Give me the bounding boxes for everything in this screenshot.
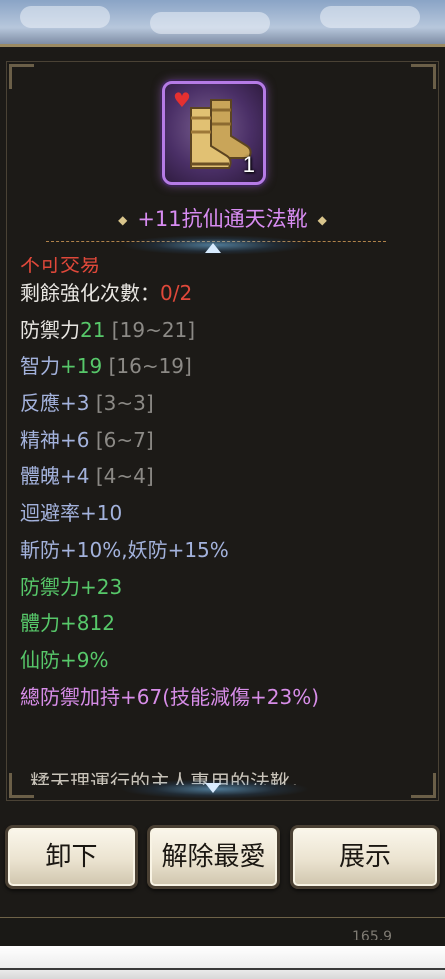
enhance-value: 0/2 [160,281,193,305]
stat-line-intelligence: 智力+19 [16~19] [20,348,420,385]
stat-range: [4~4] [89,464,154,489]
stat-list[interactable]: 不可交易 剩餘強化次數：0/2 防禦力21 [19~21] 智力+19 [16~… [20,257,420,777]
bonus-line-stamina: 體力+812 [20,611,115,636]
frame-corner [9,64,34,89]
stat-label: 智力 [20,354,60,379]
item-detail-panel: ♥ 1 ◆ +11抗仙通天法靴 ◆ 不可交易 剩餘強化次數：0/2 防禦力21 [1… [0,44,445,919]
stat-label: 精神 [20,427,60,452]
item-name-row: ◆ +11抗仙通天法靴 ◆ [0,203,445,233]
background-scene [0,0,445,50]
stat-line-spirit: 精神+6 [6~7] [20,422,420,459]
cloud [20,6,110,28]
bottom-bar-divider [0,968,445,970]
stat-label: 防禦力 [20,317,80,342]
bottom-bar [0,946,445,979]
bonus-line-immortal-defense: 仙防+9% [20,647,109,672]
stat-value: 21 [80,317,106,342]
stat-line-resistances: 斬防+10%,妖防+15% [20,537,229,562]
diamond-icon: ◆ [118,213,128,227]
stat-line-evasion: 迴避率+10 [20,501,123,526]
enhance-label: 剩餘強化次數： [20,281,160,305]
background-strip: 165,9 [0,918,445,946]
trade-status-text: 不可交易 [20,257,100,276]
item-slot[interactable]: ♥ 1 [162,81,266,185]
scroll-down-icon[interactable] [205,783,221,793]
set-bonus-line: 總防禦加持+67(技能減傷+23%) [20,684,320,709]
item-count: 1 [242,152,255,177]
stat-range: [16~19] [102,354,192,379]
item-name: +11抗仙通天法靴 [137,207,308,231]
stat-value: +19 [60,354,103,379]
stat-range: [3~3] [89,391,154,416]
stat-range: [19~21] [105,317,196,342]
stat-label: 反應 [20,391,60,416]
stat-line-physique: 體魄+4 [4~4] [20,458,420,495]
stat-value: +6 [60,427,90,452]
stat-line-reaction: 反應+3 [3~3] [20,385,420,422]
stat-value: +3 [60,391,90,416]
cloud [320,6,420,28]
background-number: 165,9 [352,929,393,940]
stat-range: [6~7] [89,427,154,452]
stat-label: 體魄 [20,464,60,489]
stat-value: +4 [60,464,90,489]
enhance-count-line: 剩餘強化次數：0/2 [20,275,420,312]
frame-corner [411,64,436,89]
bonus-line-defense: 防禦力+23 [20,574,123,599]
cloud [150,12,270,34]
stat-line-defense: 防禦力21 [19~21] [20,312,420,349]
scroll-up-icon[interactable] [205,243,221,253]
unfavorite-button[interactable]: 解除最愛 [147,825,280,889]
unequip-button[interactable]: 卸下 [5,825,138,889]
show-button[interactable]: 展示 [290,825,440,889]
diamond-icon: ◆ [317,213,327,227]
